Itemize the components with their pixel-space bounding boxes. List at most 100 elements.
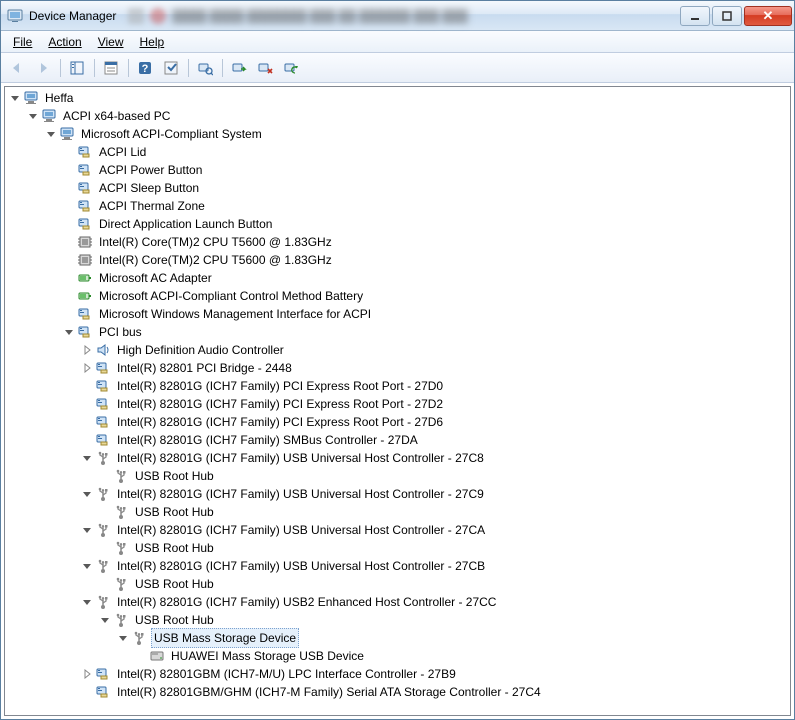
- tree-item-label[interactable]: ACPI Lid: [97, 143, 148, 161]
- tree-row[interactable]: Microsoft ACPI-Compliant Control Method …: [9, 287, 790, 305]
- tree-row[interactable]: USB Root Hub: [9, 539, 790, 557]
- tree-row[interactable]: Intel(R) 82801G (ICH7 Family) PCI Expres…: [9, 413, 790, 431]
- tree-item-label[interactable]: Microsoft Windows Management Interface f…: [97, 305, 373, 323]
- device-tree[interactable]: HeffaACPI x64-based PCMicrosoft ACPI-Com…: [5, 87, 790, 715]
- tree-row[interactable]: Intel(R) 82801G (ICH7 Family) USB Univer…: [9, 485, 790, 503]
- tree-row[interactable]: Intel(R) 82801G (ICH7 Family) USB Univer…: [9, 557, 790, 575]
- tree-item-label[interactable]: PCI bus: [97, 323, 144, 341]
- tree-item-label[interactable]: ACPI x64-based PC: [61, 107, 172, 125]
- tree-row[interactable]: Intel(R) 82801G (ICH7 Family) USB Univer…: [9, 449, 790, 467]
- tree-item-label[interactable]: USB Mass Storage Device: [151, 628, 299, 648]
- tree-item-label[interactable]: Microsoft ACPI-Compliant Control Method …: [97, 287, 365, 305]
- tree-item-label[interactable]: Intel(R) 82801G (ICH7 Family) USB Univer…: [115, 485, 486, 503]
- collapse-icon[interactable]: [81, 452, 93, 464]
- tree-item-label[interactable]: USB Root Hub: [133, 503, 216, 521]
- tree-row[interactable]: ACPI Thermal Zone: [9, 197, 790, 215]
- tree-row[interactable]: USB Mass Storage Device: [9, 629, 790, 647]
- tree-item-label[interactable]: ACPI Thermal Zone: [97, 197, 207, 215]
- tree-row[interactable]: Direct Application Launch Button: [9, 215, 790, 233]
- minimize-button[interactable]: [680, 6, 710, 26]
- collapse-icon[interactable]: [99, 614, 111, 626]
- back-button[interactable]: [5, 56, 29, 80]
- tree-item-label[interactable]: USB Root Hub: [133, 575, 216, 593]
- tree-row[interactable]: USB Root Hub: [9, 575, 790, 593]
- tree-row[interactable]: Microsoft ACPI-Compliant System: [9, 125, 790, 143]
- menu-help[interactable]: Help: [132, 33, 173, 51]
- menu-action[interactable]: Action: [40, 33, 89, 51]
- menu-file[interactable]: File: [5, 33, 40, 51]
- tree-row[interactable]: High Definition Audio Controller: [9, 341, 790, 359]
- properties-button[interactable]: [99, 56, 123, 80]
- tree-row[interactable]: Intel(R) 82801G (ICH7 Family) PCI Expres…: [9, 395, 790, 413]
- tree-row[interactable]: USB Root Hub: [9, 467, 790, 485]
- menu-view[interactable]: View: [90, 33, 132, 51]
- tree-item-label[interactable]: Intel(R) 82801GBM/GHM (ICH7-M Family) Se…: [115, 683, 543, 701]
- tree-row[interactable]: Intel(R) 82801G (ICH7 Family) USB2 Enhan…: [9, 593, 790, 611]
- tree-row[interactable]: ACPI Lid: [9, 143, 790, 161]
- tree-row[interactable]: ACPI Sleep Button: [9, 179, 790, 197]
- tree-row[interactable]: Microsoft Windows Management Interface f…: [9, 305, 790, 323]
- collapse-icon[interactable]: [45, 128, 57, 140]
- tree-item-label[interactable]: Intel(R) 82801G (ICH7 Family) PCI Expres…: [115, 395, 445, 413]
- tree-item-label[interactable]: USB Root Hub: [133, 467, 216, 485]
- tree-row[interactable]: PCI bus: [9, 323, 790, 341]
- tree-item-label[interactable]: Microsoft AC Adapter: [97, 269, 214, 287]
- collapse-icon[interactable]: [81, 596, 93, 608]
- tree-item-label[interactable]: ACPI Sleep Button: [97, 179, 201, 197]
- collapse-icon[interactable]: [117, 632, 129, 644]
- tree-row[interactable]: Intel(R) 82801G (ICH7 Family) PCI Expres…: [9, 377, 790, 395]
- tree-item-label[interactable]: ACPI Power Button: [97, 161, 204, 179]
- collapse-icon[interactable]: [81, 524, 93, 536]
- tree-row[interactable]: Intel(R) 82801GBM/GHM (ICH7-M Family) Se…: [9, 683, 790, 701]
- collapse-icon[interactable]: [27, 110, 39, 122]
- tree-row[interactable]: ACPI Power Button: [9, 161, 790, 179]
- tree-item-label[interactable]: High Definition Audio Controller: [115, 341, 286, 359]
- update-driver-button[interactable]: [279, 56, 303, 80]
- collapse-icon[interactable]: [81, 560, 93, 572]
- expand-icon[interactable]: [81, 668, 93, 680]
- maximize-button[interactable]: [712, 6, 742, 26]
- tree-item-label[interactable]: Intel(R) 82801G (ICH7 Family) PCI Expres…: [115, 413, 445, 431]
- tree-item-label[interactable]: Heffa: [43, 89, 75, 107]
- collapse-icon[interactable]: [9, 92, 21, 104]
- collapse-icon[interactable]: [63, 326, 75, 338]
- show-hide-tree-button[interactable]: [65, 56, 89, 80]
- close-button[interactable]: ✕: [744, 6, 792, 26]
- forward-button[interactable]: [31, 56, 55, 80]
- tree-item-label[interactable]: Intel(R) 82801 PCI Bridge - 2448: [115, 359, 294, 377]
- action-button[interactable]: [159, 56, 183, 80]
- tree-row[interactable]: USB Root Hub: [9, 503, 790, 521]
- tree-row[interactable]: Intel(R) 82801 PCI Bridge - 2448: [9, 359, 790, 377]
- expand-icon[interactable]: [81, 362, 93, 374]
- uninstall-device-button[interactable]: [253, 56, 277, 80]
- tree-item-label[interactable]: Intel(R) 82801G (ICH7 Family) USB Univer…: [115, 449, 486, 467]
- tree-row[interactable]: HUAWEI Mass Storage USB Device: [9, 647, 790, 665]
- tree-row[interactable]: Heffa: [9, 89, 790, 107]
- tree-row[interactable]: Intel(R) Core(TM)2 CPU T5600 @ 1.83GHz: [9, 233, 790, 251]
- tree-item-label[interactable]: Intel(R) 82801GBM (ICH7-M/U) LPC Interfa…: [115, 665, 458, 683]
- tree-item-label[interactable]: Intel(R) 82801G (ICH7 Family) SMBus Cont…: [115, 431, 420, 449]
- collapse-icon[interactable]: [81, 488, 93, 500]
- expand-icon[interactable]: [81, 344, 93, 356]
- tree-row[interactable]: Intel(R) 82801G (ICH7 Family) USB Univer…: [9, 521, 790, 539]
- help-button[interactable]: ?: [133, 56, 157, 80]
- enable-device-button[interactable]: [227, 56, 251, 80]
- tree-item-label[interactable]: Intel(R) Core(TM)2 CPU T5600 @ 1.83GHz: [97, 251, 334, 269]
- tree-row[interactable]: Intel(R) Core(TM)2 CPU T5600 @ 1.83GHz: [9, 251, 790, 269]
- tree-item-label[interactable]: USB Root Hub: [133, 539, 216, 557]
- tree-row[interactable]: USB Root Hub: [9, 611, 790, 629]
- tree-item-label[interactable]: Microsoft ACPI-Compliant System: [79, 125, 264, 143]
- tree-item-label[interactable]: Intel(R) 82801G (ICH7 Family) USB Univer…: [115, 557, 487, 575]
- tree-item-label[interactable]: Intel(R) Core(TM)2 CPU T5600 @ 1.83GHz: [97, 233, 334, 251]
- tree-item-label[interactable]: Intel(R) 82801G (ICH7 Family) USB2 Enhan…: [115, 593, 498, 611]
- tree-item-label[interactable]: Intel(R) 82801G (ICH7 Family) USB Univer…: [115, 521, 487, 539]
- tree-item-label[interactable]: Intel(R) 82801G (ICH7 Family) PCI Expres…: [115, 377, 445, 395]
- tree-item-label[interactable]: USB Root Hub: [133, 611, 216, 629]
- tree-row[interactable]: Intel(R) 82801GBM (ICH7-M/U) LPC Interfa…: [9, 665, 790, 683]
- tree-item-label[interactable]: Direct Application Launch Button: [97, 215, 274, 233]
- tree-row[interactable]: Microsoft AC Adapter: [9, 269, 790, 287]
- tree-row[interactable]: ACPI x64-based PC: [9, 107, 790, 125]
- tree-item-label[interactable]: HUAWEI Mass Storage USB Device: [169, 647, 366, 665]
- tree-row[interactable]: Intel(R) 82801G (ICH7 Family) SMBus Cont…: [9, 431, 790, 449]
- titlebar[interactable]: Device Manager ████ ████ ███████ ███ ██ …: [1, 1, 794, 31]
